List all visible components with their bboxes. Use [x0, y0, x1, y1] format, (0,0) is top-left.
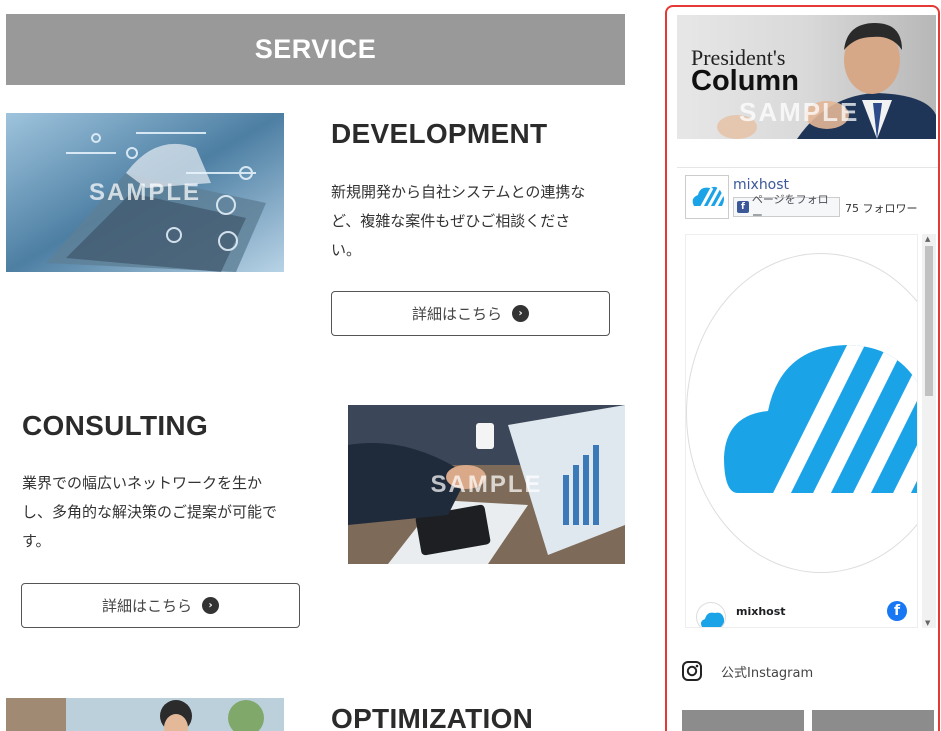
- office-person-image: [6, 698, 284, 731]
- chevron-right-circle-icon: ›: [202, 597, 219, 614]
- sidebar-thumbnail-1[interactable]: [682, 710, 804, 731]
- development-title: DEVELOPMENT: [331, 118, 548, 149]
- development-detail-button[interactable]: 詳細はこちら ›: [331, 291, 610, 336]
- development-photo: SAMPLE: [6, 113, 284, 272]
- main-content: SERVICE SAMPLE DEVELOPMENT 新規開発から自社システムと…: [0, 0, 640, 731]
- scrollbar-thumb[interactable]: [925, 246, 933, 396]
- facebook-icon: f: [737, 201, 749, 213]
- sample-watermark: SAMPLE: [430, 470, 543, 498]
- facebook-feed[interactable]: mixhost f: [685, 234, 918, 628]
- consulting-text: 業界での幅広いネットワークを生か し、多角的な解決策のご提案が可能で す。: [22, 474, 278, 550]
- facebook-post-author[interactable]: mixhost: [736, 605, 786, 618]
- facebook-icon[interactable]: f: [887, 601, 907, 621]
- consulting-title: CONSULTING: [22, 410, 209, 441]
- facebook-feed-scrollbar[interactable]: ▲ ▼: [922, 234, 936, 628]
- sidebar-thumbnail-2[interactable]: [812, 710, 934, 731]
- service-banner: SERVICE: [6, 14, 625, 85]
- sample-watermark: SAMPLE: [88, 178, 201, 206]
- consulting-detail-button[interactable]: 詳細はこちら ›: [21, 583, 300, 628]
- development-text: 新規開発から自社システムとの連携な ど、複雑な案件もぜひご相談くださ い。: [331, 183, 586, 259]
- column-banner-line2: Column: [691, 65, 799, 97]
- facebook-page-widget: mixhost f ページをフォロー 75 フォロワー mixhost f ▲ …: [677, 167, 938, 628]
- president-column-banner[interactable]: President's Column SAMPLE: [677, 15, 936, 139]
- mixhost-cloud-logo-icon: [724, 345, 917, 493]
- mixhost-logo-icon[interactable]: [685, 175, 729, 219]
- optimization-title: OPTIMIZATION: [331, 703, 534, 731]
- mixhost-avatar[interactable]: [696, 602, 726, 627]
- facebook-post-header: mixhost f: [686, 598, 917, 627]
- optimization-photo: [6, 698, 284, 731]
- consulting-photo: SAMPLE: [348, 405, 625, 564]
- instagram-icon: [682, 661, 702, 681]
- facebook-follower-count: 75 フォロワー: [845, 202, 918, 215]
- sidebar: President's Column SAMPLE mixhost f ページを…: [665, 5, 940, 731]
- scroll-up-icon[interactable]: ▲: [925, 235, 930, 243]
- facebook-widget-header: mixhost f ページをフォロー 75 フォロワー: [685, 175, 938, 225]
- instagram-link[interactable]: 公式Instagram: [681, 657, 813, 685]
- chevron-right-circle-icon: ›: [512, 305, 529, 322]
- scroll-down-icon[interactable]: ▼: [925, 619, 930, 627]
- facebook-follow-button[interactable]: f ページをフォロー: [733, 193, 840, 222]
- instagram-label: 公式Instagram: [721, 665, 814, 681]
- sample-watermark: SAMPLE: [739, 97, 860, 127]
